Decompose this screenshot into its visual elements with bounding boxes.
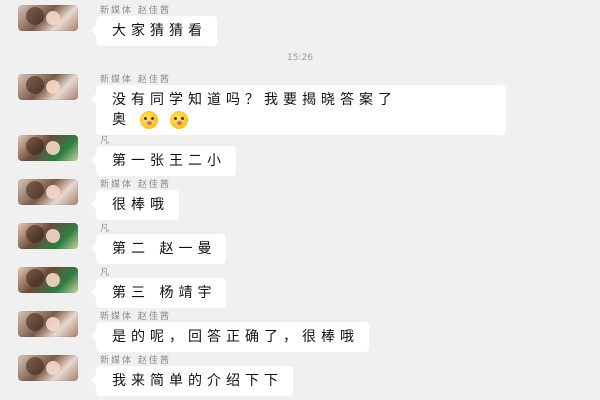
message-bubble[interactable]: 第二 赵一曼 (90, 234, 227, 264)
avatar[interactable] (18, 355, 78, 381)
message-text: 大家猜猜看 (112, 23, 207, 39)
message-text: 没有同学知道吗？我要揭晓答案了 (112, 92, 397, 108)
avatar[interactable] (18, 74, 78, 100)
message-bubble[interactable]: 没有同学知道吗？我要揭晓答案了 奥 (91, 85, 506, 135)
message-bubble[interactable]: 是的呢，回答正确了，很棒哦 (91, 322, 369, 352)
message-bubble[interactable]: 很棒哦 (91, 190, 179, 220)
message-text: 我来简单的介绍下下 (112, 373, 283, 389)
sender-name: 新媒体 赵佳茜 (100, 356, 171, 366)
avatar[interactable] (18, 223, 78, 249)
message-bubble[interactable]: 第一张王二小 (91, 146, 236, 176)
message-text: 第一张王二小 (112, 153, 226, 169)
message-bubble[interactable]: 大家猜猜看 (91, 16, 217, 46)
message-text-tail: 奥 (112, 112, 131, 128)
message-text: 是的呢，回答正确了，很棒哦 (112, 329, 359, 345)
avatar[interactable] (18, 311, 78, 337)
message-text: 第二 赵一曼 (112, 241, 217, 257)
avatar[interactable] (18, 267, 78, 293)
sender-name: 凡 (100, 224, 112, 234)
message-bubble[interactable]: 我来简单的介绍下下 (91, 366, 293, 396)
message-text-line2: 奥 (112, 110, 496, 130)
sender-name: 凡 (100, 136, 112, 146)
avatar[interactable] (18, 135, 78, 161)
timestamp: 15:26 (287, 53, 313, 63)
sender-name: 新媒体 赵佳茜 (100, 75, 171, 85)
sender-name: 新媒体 赵佳茜 (100, 312, 171, 322)
blush-kiss-emoji (140, 111, 159, 129)
sender-name: 新媒体 赵佳茜 (100, 6, 171, 16)
avatar[interactable] (18, 5, 78, 31)
sender-name: 新媒体 赵佳茜 (100, 180, 171, 190)
message-text: 第三 杨靖宇 (112, 285, 217, 301)
avatar[interactable] (18, 179, 78, 205)
message-text: 很棒哦 (112, 197, 169, 213)
blush-kiss-emoji (169, 111, 188, 129)
message-bubble[interactable]: 第三 杨靖宇 (90, 278, 227, 308)
sender-name: 凡 (100, 268, 112, 278)
